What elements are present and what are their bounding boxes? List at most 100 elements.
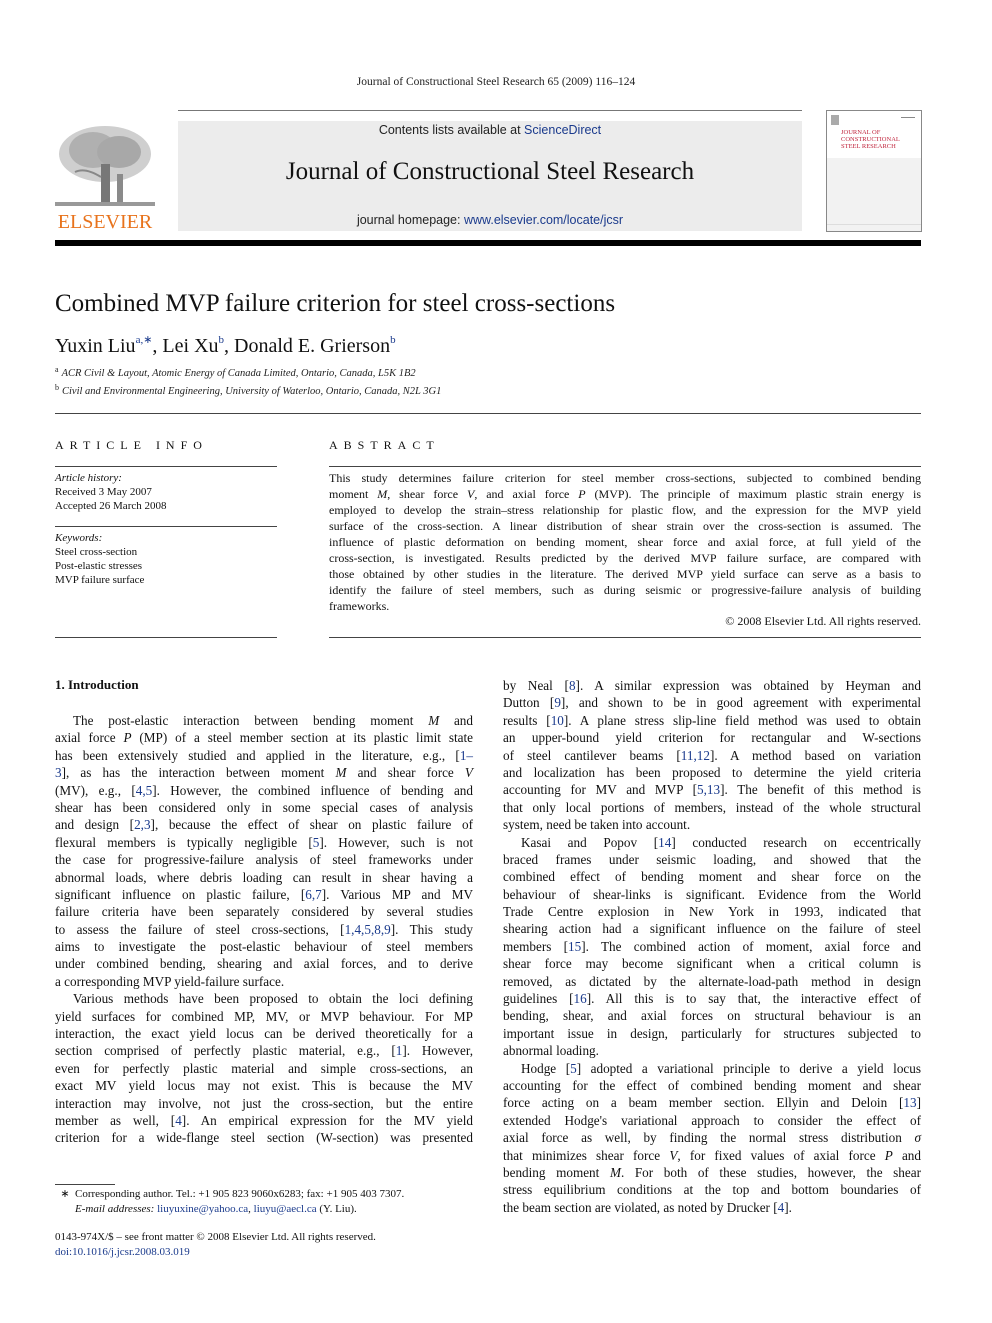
text-line: aims to investigate the post-elastic beh…: [55, 939, 473, 955]
sciencedirect-link[interactable]: ScienceDirect: [524, 123, 601, 137]
math-symbol: V: [669, 1147, 678, 1163]
cover-issn-mark: [901, 117, 915, 118]
keyword[interactable]: Post-elastic stresses: [55, 559, 277, 573]
citation-link[interactable]: 16: [574, 991, 587, 1006]
citation-link[interactable]: 10: [551, 713, 564, 728]
doi-link[interactable]: doi:10.1016/j.jcsr.2008.03.019: [55, 1245, 376, 1260]
text-line: member as well, [4]. An empirical expres…: [55, 1112, 474, 1128]
citation-link[interactable]: 6,7: [305, 887, 321, 902]
corresponding-author-footnote: ∗ Corresponding author. Tel.: +1 905 823 …: [55, 1187, 475, 1217]
journal-homepage-link[interactable]: www.elsevier.com/locate/jcsr: [464, 213, 623, 227]
author-affiliation-mark[interactable]: a,∗: [136, 334, 153, 346]
elsevier-logo[interactable]: ELSEVIER: [55, 122, 155, 234]
text-line: braced frames under seismic loading, and…: [503, 851, 921, 867]
text-line: system, need be taken into account.: [503, 817, 691, 833]
journal-cover-thumbnail[interactable]: JOURNAL OF CONSTRUCTIONAL STEEL RESEARCH: [826, 110, 922, 232]
text-line: significant influence on plastic failure…: [55, 886, 474, 902]
text-line: flexural members is typically negligible…: [55, 834, 473, 850]
keywords-block: Keywords: Steel cross-section Post-elast…: [55, 531, 277, 587]
text-line: results [10]. A plane stress slip-line f…: [503, 712, 921, 728]
text-line: that only local portions of members, ins…: [503, 799, 921, 815]
text-line: stress equilibrium conditions at the top…: [503, 1182, 921, 1198]
title-divider: [55, 413, 921, 414]
citation-link[interactable]: 14: [658, 835, 671, 850]
text-line: abnormal loading.: [503, 1043, 599, 1059]
email-link[interactable]: liuyu@aecl.ca: [254, 1203, 317, 1215]
text-line: surface of the cross-section. A linear d…: [329, 519, 921, 533]
cover-title-line: JOURNAL OF: [841, 129, 881, 136]
text-line: the beam section are violated, as noted …: [503, 1199, 792, 1215]
text-line: extended Hodge's variational approach to…: [503, 1112, 921, 1128]
author-name[interactable]: Donald E. Grierson: [234, 335, 390, 357]
email-label: E-mail addresses:: [75, 1203, 155, 1215]
tree-icon: [55, 126, 155, 206]
text-line: interaction may involve, not just the cr…: [55, 1095, 473, 1111]
affiliation-text: ACR Civil & Layout, Atomic Energy of Can…: [61, 368, 416, 379]
text-line: even for perfectly plastic material and …: [55, 1060, 473, 1076]
cover-logo-icon: [831, 115, 839, 125]
math-symbol: σ: [914, 1130, 921, 1146]
citation-link[interactable]: 4,5: [136, 783, 152, 798]
citation-link[interactable]: 1,4,5,8,9: [345, 922, 391, 937]
citation-link[interactable]: 9: [554, 695, 561, 710]
affiliation-mark: b: [55, 383, 59, 392]
text-line: Trade Centre explosion in New York in 19…: [503, 904, 921, 920]
issn-line: 0143-974X/$ – see front matter © 2008 El…: [55, 1231, 376, 1243]
text-line: influence of plastic deformation on bend…: [329, 535, 921, 549]
citation-link[interactable]: 11,12: [681, 748, 710, 763]
citation-link[interactable]: 4: [175, 1113, 182, 1128]
affiliation-text: Civil and Environmental Engineering, Uni…: [62, 386, 442, 397]
citation-link[interactable]: 13: [903, 1095, 916, 1110]
text-line: guidelines [16]. All this is to say that…: [503, 991, 921, 1007]
math-symbol: V: [464, 765, 473, 781]
citation-link[interactable]: 4: [778, 1200, 785, 1215]
body-column-right: by Neal [8]. A similar expression was ob…: [503, 677, 921, 1216]
text-line: criterion for a wide-flange steel sectio…: [55, 1130, 473, 1146]
author-affiliation-mark[interactable]: b: [390, 334, 396, 346]
author-affiliation-mark[interactable]: b: [219, 334, 225, 346]
text-line: force acting on a beam member section. E…: [503, 1095, 921, 1111]
email-suffix: (Y. Liu).: [316, 1203, 357, 1215]
header-top-rule: [178, 110, 802, 111]
affiliation-mark: a: [55, 365, 59, 374]
math-symbol: M: [335, 765, 347, 781]
abstract-rule: [329, 466, 921, 467]
citation-link[interactable]: 1–: [460, 748, 473, 763]
text-line: shear has been considered only in some s…: [55, 799, 473, 815]
abstract-text: This study determines failure criterion …: [329, 470, 921, 614]
email-link[interactable]: liuyuxine@yahoo.ca: [157, 1203, 248, 1215]
text-line: and localization has been proposed to de…: [503, 764, 921, 780]
text-line: section comprised of perfectly plastic m…: [55, 1043, 473, 1059]
abstract-copyright: © 2008 Elsevier Ltd. All rights reserved…: [725, 614, 921, 628]
citation-link[interactable]: 15: [568, 939, 581, 954]
keyword[interactable]: MVP failure surface: [55, 573, 277, 587]
accepted-date: Accepted 26 March 2008: [55, 500, 167, 512]
citation-link[interactable]: 5: [313, 835, 320, 850]
text-line: accounting for MV and MVP [5,13]. The be…: [503, 782, 921, 798]
elsevier-wordmark: ELSEVIER: [57, 211, 153, 233]
contents-prefix: Contents lists available at: [378, 123, 525, 137]
text-line: important issue in design, particularly …: [503, 1025, 921, 1041]
front-matter: 0143-974X/$ – see front matter © 2008 El…: [55, 1230, 376, 1260]
math-symbol: P: [884, 1147, 893, 1163]
math-symbol: M: [377, 487, 388, 501]
keyword[interactable]: Steel cross-section: [55, 545, 277, 559]
citation-link[interactable]: 2,3: [134, 817, 150, 832]
citation-link[interactable]: 8: [569, 678, 576, 693]
text-line: under combined bending, shearing and axi…: [55, 956, 473, 972]
text-line: (MV), e.g., [4,5]. However, the combined…: [55, 782, 473, 798]
citation-link[interactable]: 3: [55, 765, 62, 780]
math-symbol: V: [466, 487, 475, 501]
running-head: Journal of Constructional Steel Research…: [356, 76, 636, 88]
text-line: axial force as well, by finding the norm…: [503, 1130, 921, 1146]
text-line: interaction, the exact yield locus can b…: [55, 1026, 473, 1042]
keywords-label: Keywords:: [55, 532, 103, 544]
citation-link[interactable]: 1: [396, 1043, 403, 1058]
author-name[interactable]: Lei Xu: [162, 335, 218, 357]
author-name[interactable]: Yuxin Liu: [55, 335, 136, 357]
citation-link[interactable]: 5,13: [697, 782, 720, 797]
text-line: moment M, shear force V, and axial force…: [329, 487, 922, 501]
body-column-left: The post-elastic interaction between ben…: [55, 712, 473, 1147]
citation-link[interactable]: 5: [570, 1061, 577, 1076]
text-line: of steel cantilever beams [11,12]. A met…: [503, 747, 921, 763]
